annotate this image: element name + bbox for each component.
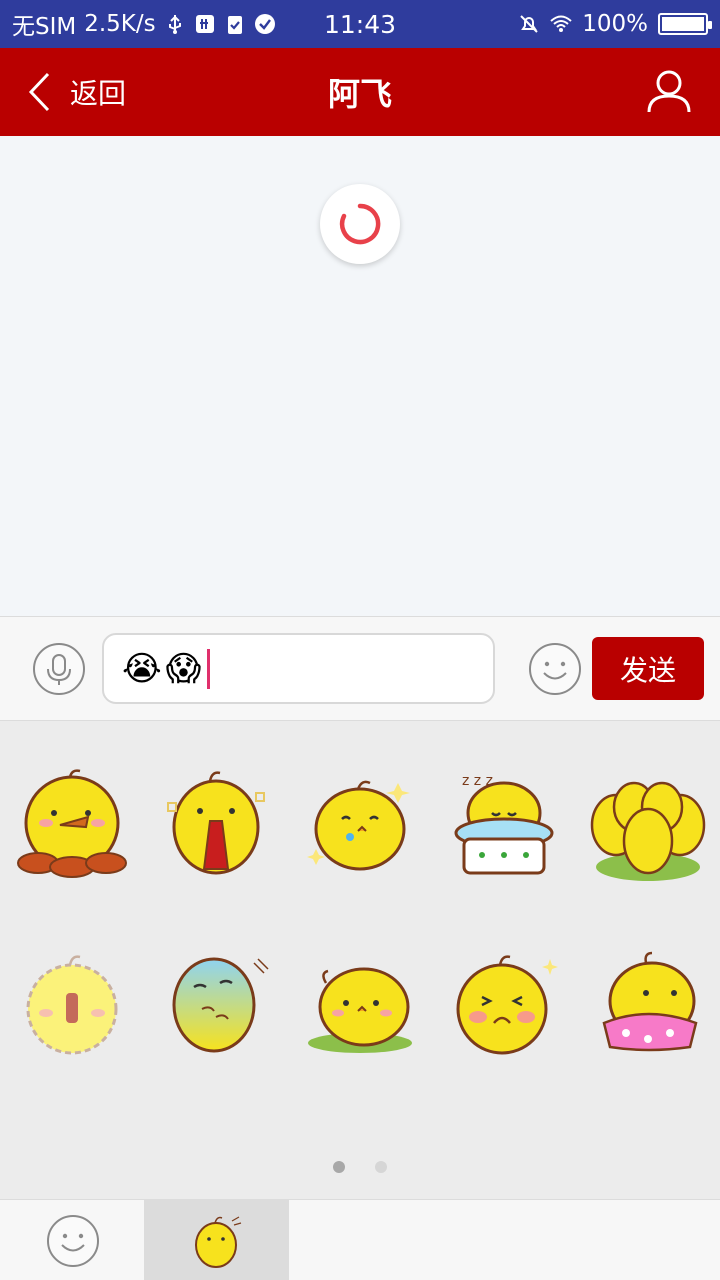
input-emoji-crying: 😭 [122,648,162,689]
chick-sticker-icon [308,967,412,1053]
sticker-chick-sleeping-blanket[interactable]: z z z [432,735,576,915]
message-list[interactable] [0,136,720,616]
smiley-icon[interactable] [528,642,582,696]
smiley-icon [46,1214,99,1267]
send-button[interactable]: 发送 [592,637,704,700]
chick-sticker-icon [167,771,265,875]
text-caret [207,648,211,689]
tab-chick-stickers[interactable] [144,1200,289,1280]
page-dot-2[interactable] [375,1161,387,1173]
chick-sticker-icon [590,781,706,881]
sticker-chick-lying-on-grass[interactable] [288,915,432,1095]
chick-sticker-icon [307,780,410,871]
chick-sticker-icon: z z z [454,773,554,875]
user-profile-icon[interactable] [646,68,692,114]
sticker-chick-faded-shouting[interactable] [0,915,144,1095]
sticker-chick-eating-drumsticks[interactable] [0,735,144,915]
message-input[interactable]: 😭 😱 [102,633,495,704]
chick-sticker-icon [26,955,118,1055]
back-button[interactable]: 返回 [28,48,126,136]
page-indicator [0,1161,720,1177]
chevron-left-icon [28,72,50,112]
sticker-panel: z z z [0,721,720,1199]
mute-bell-icon [520,15,538,33]
microphone-icon[interactable] [32,642,86,696]
loading-spinner [320,184,400,264]
spinner-icon [339,203,381,245]
battery-level [662,17,704,31]
tab-emoji[interactable] [0,1200,145,1280]
sticker-chick-pink-polka-skirt[interactable] [576,915,720,1095]
chick-sticker-icon [172,957,269,1053]
page-dot-1[interactable] [333,1161,345,1173]
battery-percent: 100% [582,11,648,37]
sticker-chick-crying-sparkles[interactable] [288,735,432,915]
chick-sticker-icon [194,1215,241,1268]
input-emoji-scream: 😱 [165,648,202,689]
wifi-icon [550,15,572,32]
status-bar: 无SIM 2.5K/s 11:43 100% [0,0,720,48]
composer: 😭 😱 发送 [0,616,720,721]
battery-icon [658,13,712,35]
sticker-chick-megaphone-mouth[interactable] [144,735,288,915]
sticker-tab-bar [0,1199,720,1280]
sticker-chick-blue-sick[interactable] [144,915,288,1095]
chick-sticker-icon [456,955,558,1055]
svg-text:z z z: z z z [462,773,493,789]
back-label: 返回 [70,77,127,110]
sticker-chick-group[interactable] [576,735,720,915]
chick-sticker-icon [602,951,698,1052]
chick-sticker-icon [17,769,127,878]
sticker-chick-blushing-sparkle[interactable] [432,915,576,1095]
app-header: 返回 阿飞 [0,48,720,136]
